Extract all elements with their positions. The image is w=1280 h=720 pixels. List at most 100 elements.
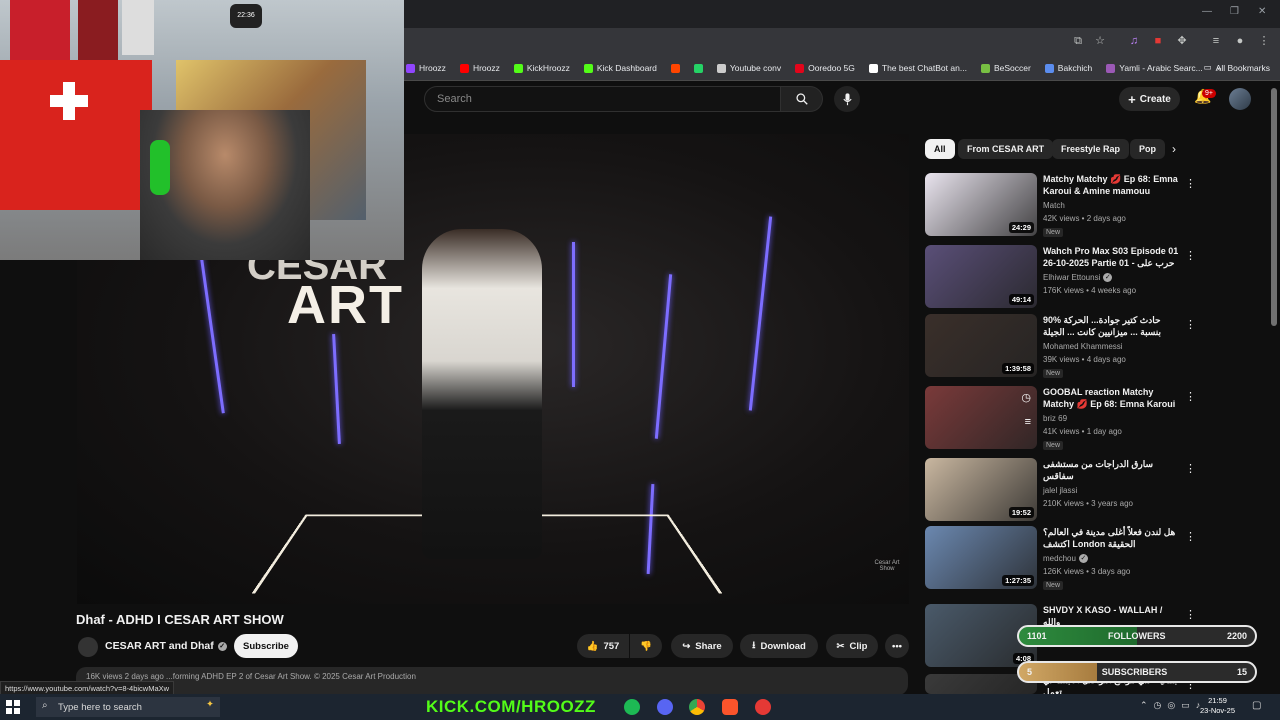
extension-icon[interactable]: ♫: [1128, 35, 1140, 47]
bookmark-item[interactable]: Hroozz: [406, 63, 446, 73]
bookmark-item[interactable]: Hroozz: [459, 63, 500, 73]
channel-watermark[interactable]: Cesar Art Show: [874, 560, 900, 572]
video-thumbnail[interactable]: 1:27:35: [925, 526, 1037, 589]
bookmark-label: Kick Dashboard: [596, 63, 657, 73]
download-button[interactable]: ⭳ Download: [740, 634, 818, 658]
more-options-icon[interactable]: ⋮: [1185, 390, 1196, 403]
taskbar-clock[interactable]: 21:59 23-Nov-25: [1200, 696, 1235, 716]
bookmark-label: Hroozz: [472, 63, 500, 73]
share-button[interactable]: ↪ Share: [671, 634, 733, 658]
recommendation-title[interactable]: GOOBAL reaction Matchy Matchy 💋 Ep 68: E…: [1043, 386, 1181, 412]
profile-icon[interactable]: ●: [1234, 35, 1246, 47]
scrollbar[interactable]: [1271, 88, 1277, 326]
channel-name[interactable]: CESAR ART and Dhaf ✓: [105, 640, 227, 652]
tab-search-icon[interactable]: ≡: [1210, 35, 1222, 47]
subscribe-button[interactable]: Subscribe: [234, 634, 298, 658]
recommendation-channel[interactable]: Mohamed Khammessi: [1043, 342, 1123, 351]
recommendation-item[interactable]: 24:29 Matchy Matchy 💋 Ep 68: Emna Karoui …: [925, 173, 1255, 237]
video-thumbnail[interactable]: 24:29: [925, 173, 1037, 236]
recommendation-channel-name: jalel jlassi: [1043, 486, 1078, 495]
chrome-icon[interactable]: [689, 699, 705, 715]
dislike-button[interactable]: 👎: [630, 634, 662, 658]
search-input[interactable]: Search: [424, 86, 781, 112]
bookmark-item[interactable]: Kick Dashboard: [583, 63, 657, 73]
recommendation-channel[interactable]: briz 69: [1043, 414, 1067, 423]
bookmark-item[interactable]: Youtube conv: [716, 63, 781, 73]
bookmark-item[interactable]: BeSoccer: [980, 63, 1031, 73]
more-options-icon[interactable]: ⋮: [1185, 608, 1196, 621]
more-options-icon[interactable]: ⋮: [1185, 318, 1196, 331]
spotify-icon[interactable]: [624, 699, 640, 715]
neon-light: [198, 244, 225, 414]
bookmark-item[interactable]: Ooredoo 5G: [795, 63, 855, 73]
swiss-flag: [0, 60, 152, 210]
windows-start-icon[interactable]: [6, 700, 20, 714]
maximize-icon[interactable]: ❐: [1230, 6, 1239, 17]
headphones: [150, 140, 170, 195]
channel-avatar[interactable]: [78, 637, 98, 657]
notification-center-icon[interactable]: ▢: [1252, 700, 1261, 711]
bookmark-favicon-icon: [406, 63, 415, 73]
filter-chip[interactable]: All: [925, 139, 955, 159]
more-options-icon[interactable]: ⋮: [1185, 177, 1196, 190]
more-actions-button[interactable]: •••: [885, 634, 909, 658]
recommendation-title[interactable]: Matchy Matchy 💋 Ep 68: Emna Karoui & Ami…: [1043, 173, 1181, 197]
download-icon: ⭳: [752, 640, 756, 651]
recommendation-channel[interactable]: Match: [1043, 201, 1065, 210]
close-icon[interactable]: ✕: [1258, 6, 1266, 17]
add-to-queue-icon[interactable]: ≡: [1025, 416, 1031, 428]
bookmark-item[interactable]: The best ChatBot an...: [868, 63, 967, 73]
avatar[interactable]: [1229, 88, 1251, 110]
voice-search-button[interactable]: [834, 86, 860, 112]
create-button[interactable]: + Create: [1119, 87, 1180, 111]
star-icon[interactable]: ☆: [1094, 35, 1106, 47]
recommendation-item[interactable]: 49:14 Wahch Pro Max S03 Episode 01 26-10-…: [925, 245, 1255, 309]
video-thumbnail[interactable]: ◷ ≡: [925, 386, 1037, 449]
minimize-icon[interactable]: —: [1202, 6, 1212, 17]
recommendation-item[interactable]: 19:52 سارق الدراجات من مستشفى سفاقس jalel …: [925, 458, 1255, 522]
bookmark-item[interactable]: Bakchich: [1044, 63, 1092, 73]
system-tray-icons[interactable]: ⌃◷◎▭♪: [1140, 700, 1206, 711]
video-thumbnail[interactable]: 1:39:58: [925, 314, 1037, 377]
filter-chip[interactable]: Freestyle Rap: [1052, 139, 1130, 159]
video-thumbnail[interactable]: 19:52: [925, 458, 1037, 521]
recommendation-channel[interactable]: jalel jlassi: [1043, 486, 1077, 495]
recommendation-title[interactable]: 90% حادث كتير جوادة... الحركة بنسبة ... …: [1043, 314, 1181, 338]
recommendation-item[interactable]: 1:39:58 90% حادث كتير جوادة... الحركة بنس…: [925, 314, 1255, 378]
more-options-icon[interactable]: ⋮: [1185, 530, 1196, 543]
extensions-puzzle-icon[interactable]: ✥: [1176, 35, 1188, 47]
recommendation-channel[interactable]: medchou ✓: [1043, 554, 1088, 563]
channel-name-text[interactable]: CESAR ART and Dhaf: [105, 640, 214, 652]
install-app-icon[interactable]: ⧉: [1072, 35, 1084, 47]
menu-kebab-icon[interactable]: ⋮: [1258, 35, 1270, 47]
bookmark-item[interactable]: [693, 63, 703, 73]
recommendation-title[interactable]: هل لندن فعلاً أغلى مدينة في العالم؟ اكتش…: [1043, 526, 1181, 550]
discord-icon[interactable]: [657, 699, 673, 715]
recommendation-channel[interactable]: Elhiwar Ettounsi ✓: [1043, 273, 1113, 282]
chevron-right-icon[interactable]: ›: [1172, 142, 1176, 156]
video-description[interactable]: 16K views 2 days ago ...forming ADHD EP …: [76, 667, 908, 695]
recommendation-item[interactable]: 1:27:35 هل لندن فعلاً أغلى مدينة في العال…: [925, 526, 1255, 590]
bookmark-favicon-icon: [868, 63, 878, 73]
taskbar-search-input[interactable]: ⌕ Type here to search ✦: [36, 697, 220, 717]
clip-button[interactable]: ✂ Clip: [826, 634, 878, 658]
recommendation-item[interactable]: ◷ ≡ GOOBAL reaction Matchy Matchy 💋 Ep 68:…: [925, 386, 1255, 450]
bookmark-item[interactable]: Yamli - Arabic Searc...: [1106, 63, 1203, 73]
bookmark-item[interactable]: [670, 63, 680, 73]
obs-icon[interactable]: [755, 699, 771, 715]
more-options-icon[interactable]: ⋮: [1185, 249, 1196, 262]
brave-icon[interactable]: [722, 699, 738, 715]
video-thumbnail[interactable]: 49:14: [925, 245, 1037, 308]
thumbs-down-icon: 👎: [640, 640, 652, 652]
extension-icon[interactable]: ■: [1152, 35, 1164, 47]
like-button[interactable]: 👍 757: [577, 634, 629, 658]
recommendation-title[interactable]: Wahch Pro Max S03 Episode 01 26-10-2025 …: [1043, 245, 1181, 269]
watch-later-icon[interactable]: ◷: [1021, 391, 1031, 404]
recommendation-title[interactable]: سارق الدراجات من مستشفى سفاقس: [1043, 458, 1181, 482]
filter-chip[interactable]: From CESAR ART: [958, 139, 1054, 159]
bookmark-item[interactable]: KickHroozz: [513, 63, 570, 73]
more-options-icon[interactable]: ⋮: [1185, 462, 1196, 475]
search-button[interactable]: [781, 86, 823, 112]
all-bookmarks-button[interactable]: ▭ All Bookmarks: [1204, 62, 1270, 73]
filter-chip[interactable]: Pop: [1130, 139, 1165, 159]
